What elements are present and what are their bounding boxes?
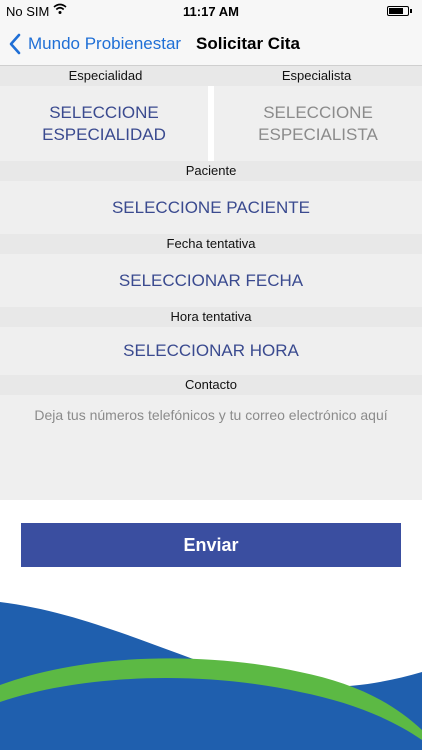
especialidad-line2: ESPECIALIDAD [42,124,166,144]
hora-selector[interactable]: SELECCIONAR HORA [0,327,422,375]
hora-header: Hora tentativa [0,307,422,327]
navigation-bar: Mundo Probienestar Solicitar Cita [0,22,422,66]
send-button[interactable]: Enviar [21,523,401,567]
especialista-header: Especialista [211,66,422,86]
contacto-placeholder: Deja tus números telefónicos y tu correo… [34,407,388,423]
fecha-selector[interactable]: SELECCIONAR FECHA [0,254,422,307]
status-bar: No SIM 11:17 AM [0,0,422,22]
appointment-form: Especialidad Especialista SELECCIONE ESP… [0,66,422,500]
contacto-header: Contacto [0,375,422,395]
back-button[interactable]: Mundo Probienestar [8,22,181,66]
paciente-selector[interactable]: SELECCIONE PACIENTE [0,181,422,234]
contacto-field[interactable]: Deja tus números telefónicos y tu correo… [0,395,422,500]
send-button-label: Enviar [183,534,239,555]
especialidad-header: Especialidad [0,66,211,86]
clock: 11:17 AM [183,4,239,19]
especialidad-selector[interactable]: SELECCIONE ESPECIALIDAD [0,86,208,161]
decorative-wave [0,602,422,750]
specialty-headers: Especialidad Especialista [0,66,422,86]
battery-icon [387,6,409,16]
fecha-header: Fecha tentativa [0,234,422,254]
chevron-left-icon [9,33,21,55]
fecha-value: SELECCIONAR FECHA [118,270,304,290]
back-button-label: Mundo Probienestar [28,34,182,53]
page-title: Solicitar Cita [196,34,300,53]
paciente-value: SELECCIONE PACIENTE [111,197,311,217]
specialty-selectors: SELECCIONE ESPECIALIDAD SELECCIONE ESPEC… [0,86,422,161]
especialista-line1: SELECCIONE [263,102,373,122]
battery-tip [410,9,412,13]
hora-value: SELECCIONAR HORA [123,341,299,360]
especialista-selector[interactable]: SELECCIONE ESPECIALISTA [214,86,422,161]
especialidad-line1: SELECCIONE [49,102,159,122]
paciente-header: Paciente [0,161,422,181]
especialista-line2: ESPECIALISTA [258,124,378,144]
